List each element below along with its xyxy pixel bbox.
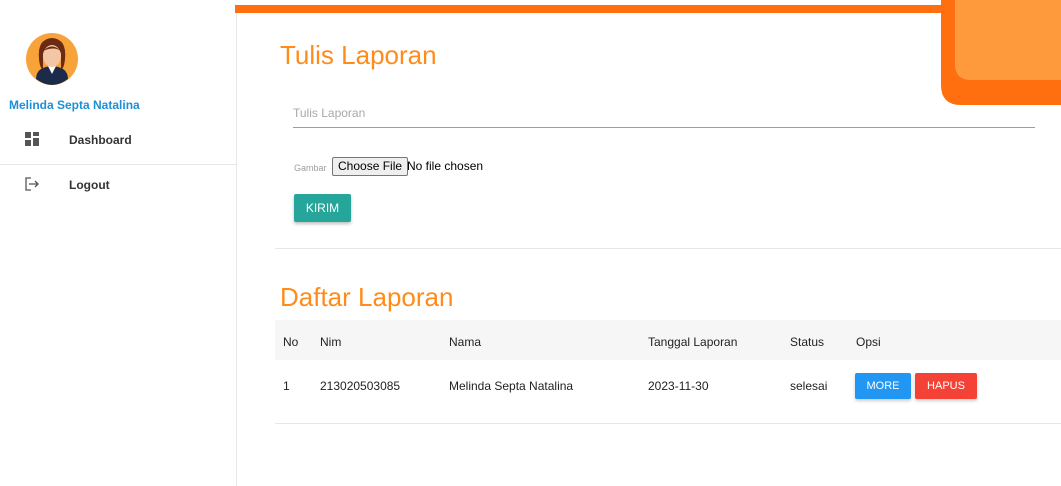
user-avatar-icon [26, 33, 78, 85]
table-bottom-divider [275, 423, 1061, 424]
section-divider [275, 248, 1061, 249]
kirim-button[interactable]: KIRIM [294, 194, 351, 222]
cell-status: selesai [790, 379, 828, 393]
cell-nama: Melinda Septa Natalina [449, 379, 574, 393]
sidebar-item-dashboard[interactable]: Dashboard [0, 119, 236, 163]
user-name: Melinda Septa Natalina [9, 98, 140, 112]
delete-button[interactable]: HAPUS [915, 373, 977, 399]
cell-tanggal: 2023-11-30 [648, 379, 709, 393]
file-label: Gambar [294, 163, 327, 173]
column-header-opsi: Opsi [856, 335, 881, 349]
sidebar-item-label: Dashboard [69, 133, 132, 147]
laporan-input[interactable] [293, 102, 1033, 124]
sidebar-item-label: Logout [69, 178, 110, 192]
dashboard-icon [25, 132, 39, 146]
list-title: Daftar Laporan [280, 282, 454, 312]
column-header-nim: Nim [320, 335, 342, 349]
column-header-no: No [283, 335, 299, 349]
input-underline [293, 127, 1035, 128]
column-header-tanggal: Tanggal Laporan [648, 335, 738, 349]
column-header-status: Status [790, 335, 825, 349]
sidebar: Melinda Septa Natalina Dashboard Logout [0, 13, 237, 486]
column-header-nama: Nama [449, 335, 482, 349]
corner-decoration [941, 0, 1061, 105]
choose-file-button[interactable]: Choose File [332, 157, 409, 176]
sidebar-item-logout[interactable]: Logout [0, 164, 236, 208]
logout-icon [25, 177, 39, 191]
cell-nim: 213020503085 [320, 379, 401, 393]
file-status: No file chosen [407, 159, 484, 173]
cell-no: 1 [283, 379, 290, 393]
form-title: Tulis Laporan [280, 40, 437, 70]
more-button[interactable]: MORE [855, 373, 911, 399]
